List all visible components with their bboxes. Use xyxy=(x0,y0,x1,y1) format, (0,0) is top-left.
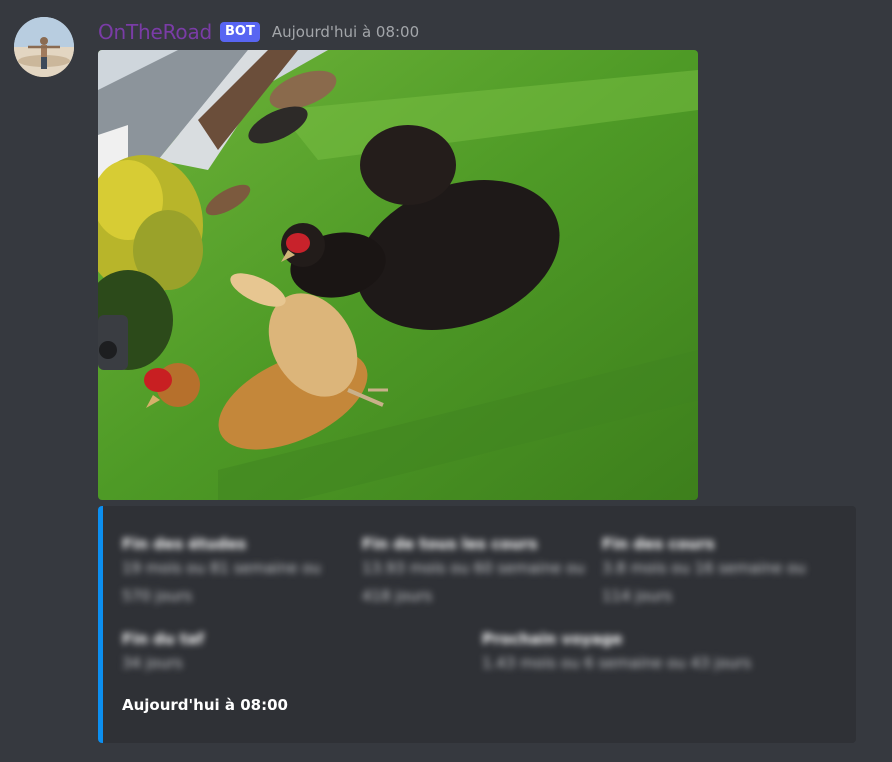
embed-field: Fin du taf 34 jours xyxy=(122,629,462,677)
chickens-photo xyxy=(98,50,698,500)
embed-field-value: 13.93 mois ou 60 semaine ou 418 jours xyxy=(362,559,585,605)
embed-field: Fin de tous les cours 13.93 mois ou 60 s… xyxy=(362,534,592,610)
embed-field-name: Prochain voyage xyxy=(482,630,623,648)
embed-field-value: 19 mois ou 81 semaine ou 570 jours xyxy=(122,559,321,605)
chat-message: OnTheRoad BOT Aujourd'hui à 08:00 Fin de… xyxy=(0,0,892,762)
embed-field: Fin des cours 3.8 mois ou 16 semaine ou … xyxy=(602,534,822,610)
message-header: OnTheRoad BOT Aujourd'hui à 08:00 xyxy=(98,18,419,46)
embed-field: Prochain voyage 1.43 mois ou 6 semaine o… xyxy=(482,629,842,677)
avatar-photo xyxy=(14,17,74,77)
embed-field-name: Fin de tous les cours xyxy=(362,535,538,553)
embed-footer-timestamp: Aujourd'hui à 08:00 xyxy=(122,696,288,714)
embed-field: Fin des études 19 mois ou 81 semaine ou … xyxy=(122,534,352,610)
embed-field-value: 1.43 mois ou 6 semaine ou 43 jours xyxy=(482,654,752,672)
message-embed: Fin des études 19 mois ou 81 semaine ou … xyxy=(98,506,856,743)
bot-badge: BOT xyxy=(220,22,260,42)
embed-field-name: Fin des études xyxy=(122,535,247,553)
message-timestamp[interactable]: Aujourd'hui à 08:00 xyxy=(272,23,419,41)
embed-field-value: 3.8 mois ou 16 semaine ou 114 jours xyxy=(602,559,806,605)
user-avatar[interactable] xyxy=(14,17,74,77)
embed-field-name: Fin des cours xyxy=(602,535,715,553)
image-attachment[interactable] xyxy=(98,50,698,500)
username[interactable]: OnTheRoad xyxy=(98,20,212,44)
embed-accent-bar xyxy=(98,506,103,743)
embed-field-value: 34 jours xyxy=(122,654,183,672)
embed-field-name: Fin du taf xyxy=(122,630,204,648)
